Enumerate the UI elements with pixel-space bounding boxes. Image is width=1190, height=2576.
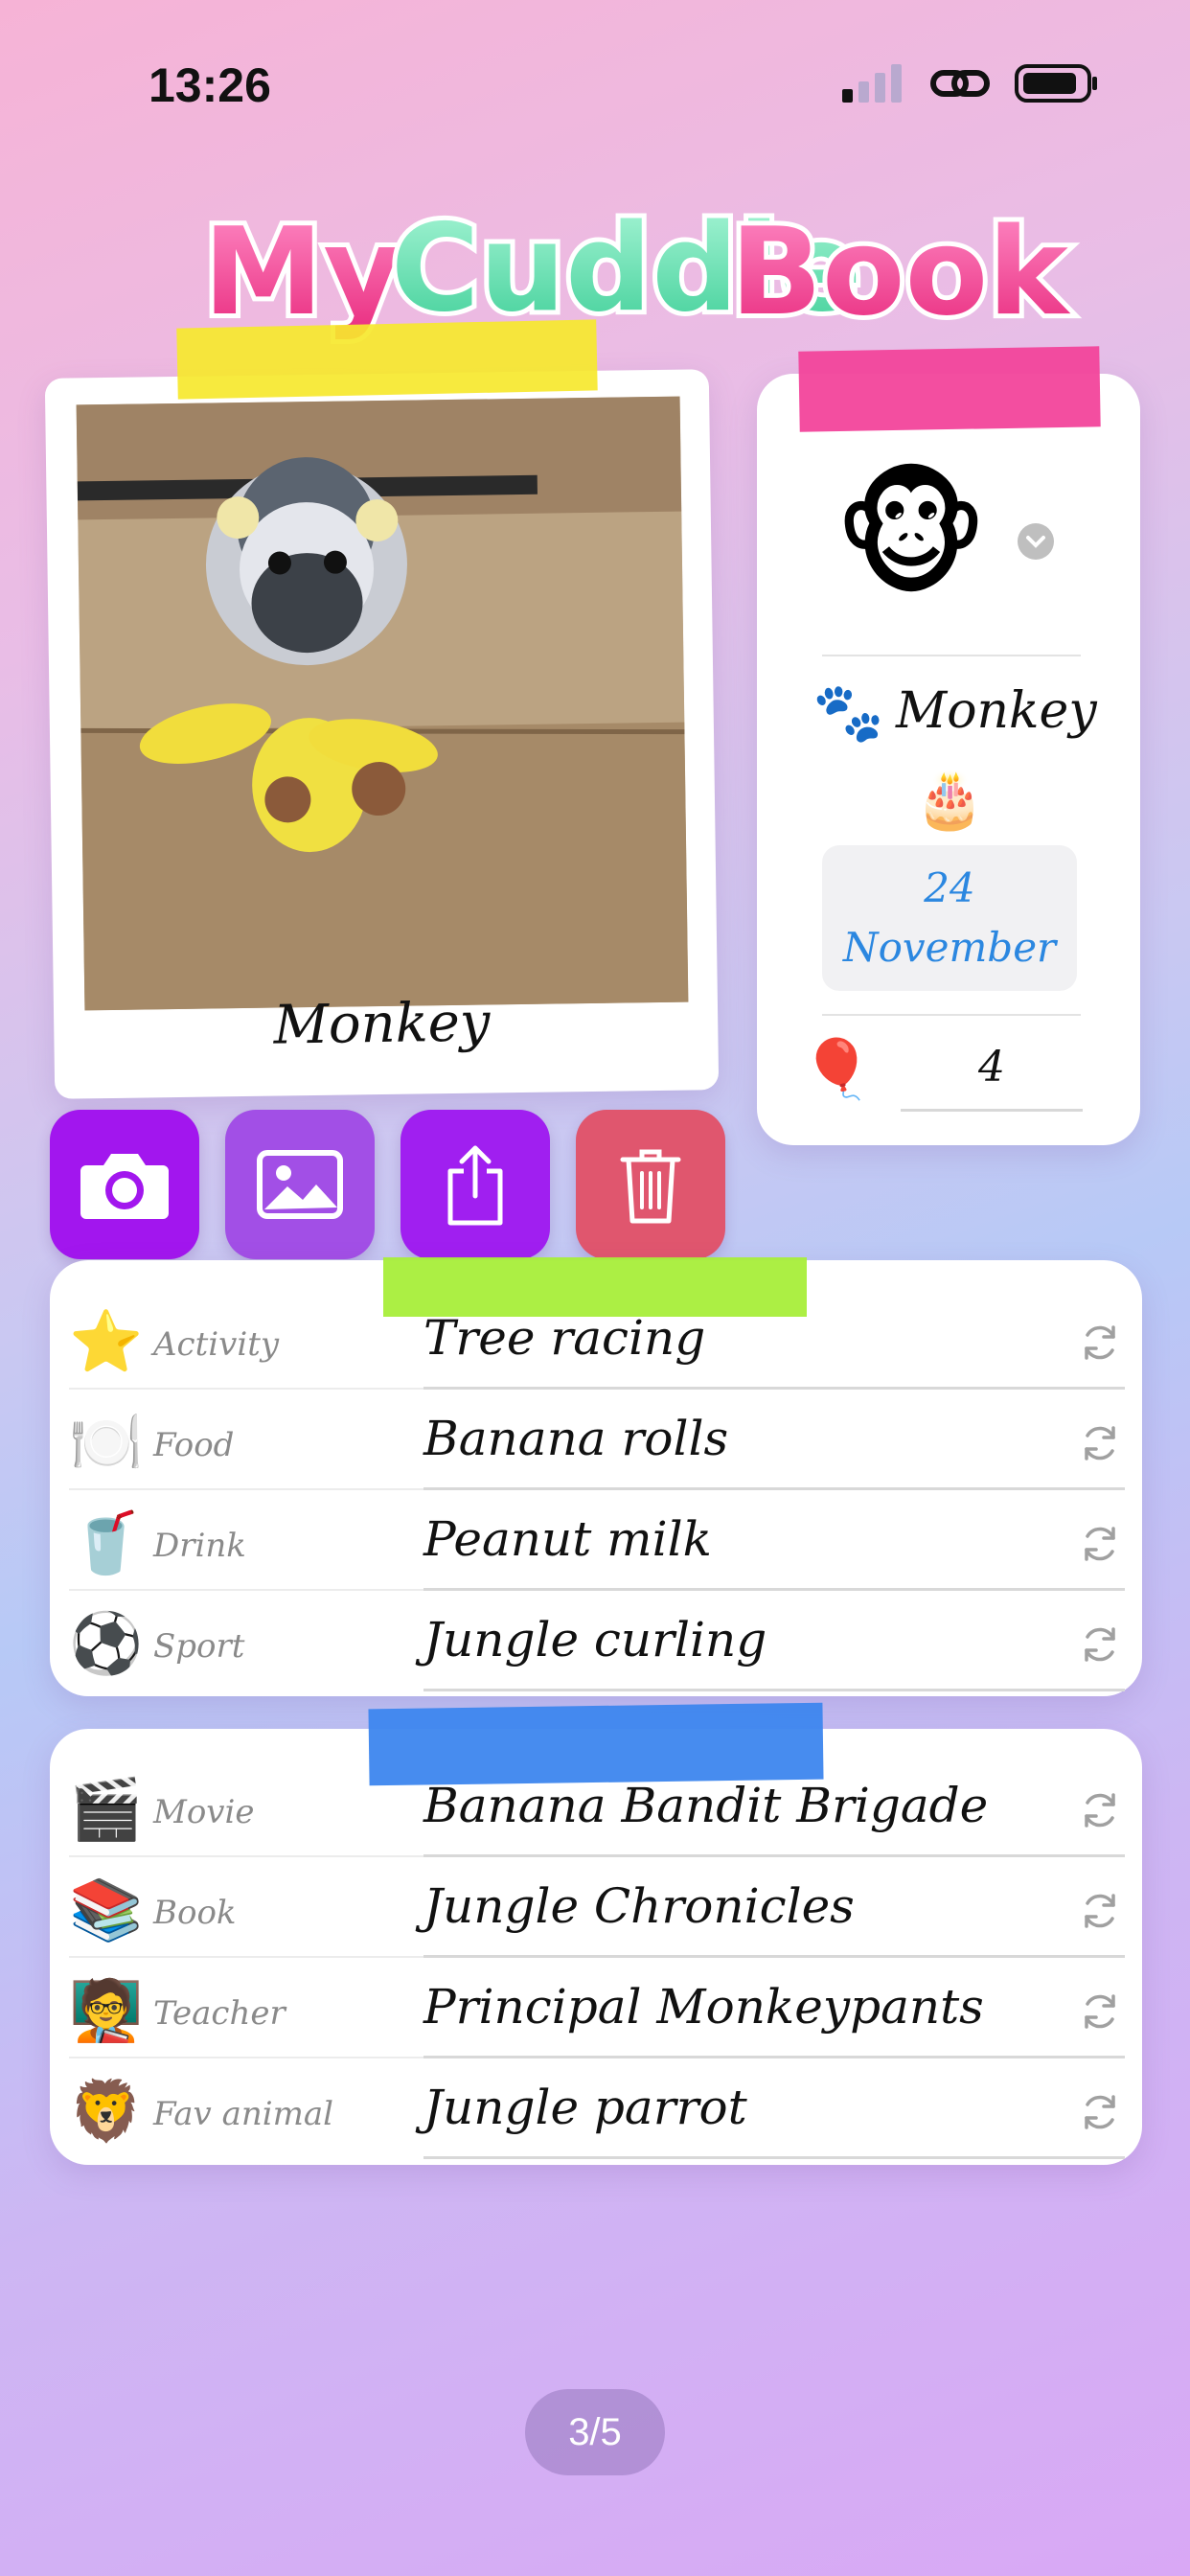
- teacher-icon: 🧑‍🏫: [69, 1975, 144, 2045]
- books-icon: 📚: [69, 1874, 144, 1944]
- row-value[interactable]: Jungle Chronicles: [423, 1878, 855, 1934]
- clapperboard-icon: 🎬: [69, 1774, 144, 1844]
- balloon-icon: 🎈: [801, 1036, 873, 1103]
- row-value[interactable]: Banana rolls: [423, 1411, 728, 1466]
- plate-icon: 🍽️: [69, 1407, 144, 1477]
- favorite-row-food[interactable]: 🍽️ Food Banana rolls: [50, 1390, 1142, 1490]
- refresh-icon[interactable]: [1079, 1789, 1121, 1831]
- refresh-icon[interactable]: [1079, 1890, 1121, 1932]
- age-value[interactable]: 4: [901, 1043, 1083, 1092]
- page-indicator[interactable]: 3/5: [525, 2389, 665, 2475]
- species-value[interactable]: Monkey: [896, 682, 1097, 740]
- divider: [822, 1014, 1081, 1016]
- row-label: Activity: [153, 1325, 280, 1364]
- refresh-icon[interactable]: [1079, 2091, 1121, 2133]
- favorite-row-drink[interactable]: 🥤 Drink Peanut milk: [50, 1490, 1142, 1591]
- divider: [822, 655, 1081, 656]
- row-label: Sport: [153, 1627, 245, 1666]
- image-icon: [257, 1150, 343, 1219]
- row-value[interactable]: Peanut milk: [423, 1511, 712, 1567]
- refresh-icon[interactable]: [1079, 1523, 1121, 1565]
- camera-button[interactable]: [50, 1110, 199, 1259]
- row-value[interactable]: Banana Bandit Brigade: [423, 1778, 988, 1833]
- camera-icon: [80, 1154, 169, 1219]
- birthday-field[interactable]: 24 November: [822, 845, 1077, 991]
- svg-text:Book: Book: [730, 201, 1071, 342]
- favorite-row-activity[interactable]: ⭐ Activity Tree racing: [50, 1289, 1142, 1390]
- gallery-button[interactable]: [225, 1110, 375, 1259]
- favorite-row-book[interactable]: 📚 Book Jungle Chronicles: [50, 1857, 1142, 1958]
- favorite-row-fav-animal[interactable]: 🦁 Fav animal Jungle parrot: [50, 2058, 1142, 2159]
- cellular-signal-icon: [842, 64, 902, 103]
- chevron-down-icon[interactable]: [1018, 523, 1054, 560]
- favorite-row-teacher[interactable]: 🧑‍🏫 Teacher Principal Monkeypants: [50, 1958, 1142, 2058]
- battery-icon: [1015, 64, 1097, 103]
- tape-pink: [798, 346, 1101, 432]
- favorite-row-sport[interactable]: ⚽ Sport Jungle curling: [50, 1591, 1142, 1691]
- avatar[interactable]: 🐵: [834, 460, 989, 613]
- birthday-month: November: [842, 924, 1057, 971]
- row-value[interactable]: Principal Monkeypants: [423, 1979, 984, 2035]
- status-time: 13:26: [149, 58, 271, 112]
- row-label: Drink: [153, 1527, 246, 1565]
- paw-icon: 🐾: [812, 679, 884, 747]
- row-underline: [423, 1689, 1125, 1691]
- svg-text:My: My: [203, 201, 402, 342]
- share-button[interactable]: [400, 1110, 550, 1259]
- row-label: Movie: [153, 1793, 255, 1831]
- refresh-icon[interactable]: [1079, 1623, 1121, 1666]
- row-value[interactable]: Jungle curling: [423, 1612, 767, 1668]
- cup-icon: 🥤: [69, 1507, 144, 1577]
- row-label: Teacher: [153, 1994, 286, 2033]
- trash-icon: [620, 1149, 681, 1224]
- birthday-cake-icon: 🎂: [915, 767, 985, 832]
- tape-yellow: [176, 319, 598, 400]
- link-icon: [930, 70, 990, 97]
- age-underline: [901, 1109, 1083, 1112]
- row-label: Book: [153, 1894, 237, 1932]
- birthday-day: 24: [924, 864, 975, 911]
- photo-caption: Monkey: [273, 991, 491, 1057]
- row-label: Food: [153, 1426, 235, 1464]
- share-icon: [447, 1145, 503, 1226]
- row-value[interactable]: Jungle parrot: [423, 2080, 747, 2135]
- lion-icon: 🦁: [69, 2076, 144, 2146]
- row-value[interactable]: Tree racing: [423, 1310, 705, 1366]
- pet-photo[interactable]: [76, 396, 689, 1011]
- delete-button[interactable]: [576, 1110, 725, 1259]
- refresh-icon[interactable]: [1079, 1322, 1121, 1364]
- refresh-icon[interactable]: [1079, 1422, 1121, 1464]
- favorite-row-movie[interactable]: 🎬 Movie Banana Bandit Brigade: [50, 1757, 1142, 1857]
- star-icon: ⭐: [69, 1306, 144, 1376]
- soccer-ball-icon: ⚽: [69, 1608, 144, 1678]
- row-underline: [423, 2156, 1125, 2159]
- status-icons: [842, 63, 1099, 104]
- row-label: Fav animal: [153, 2095, 333, 2133]
- refresh-icon[interactable]: [1079, 1990, 1121, 2033]
